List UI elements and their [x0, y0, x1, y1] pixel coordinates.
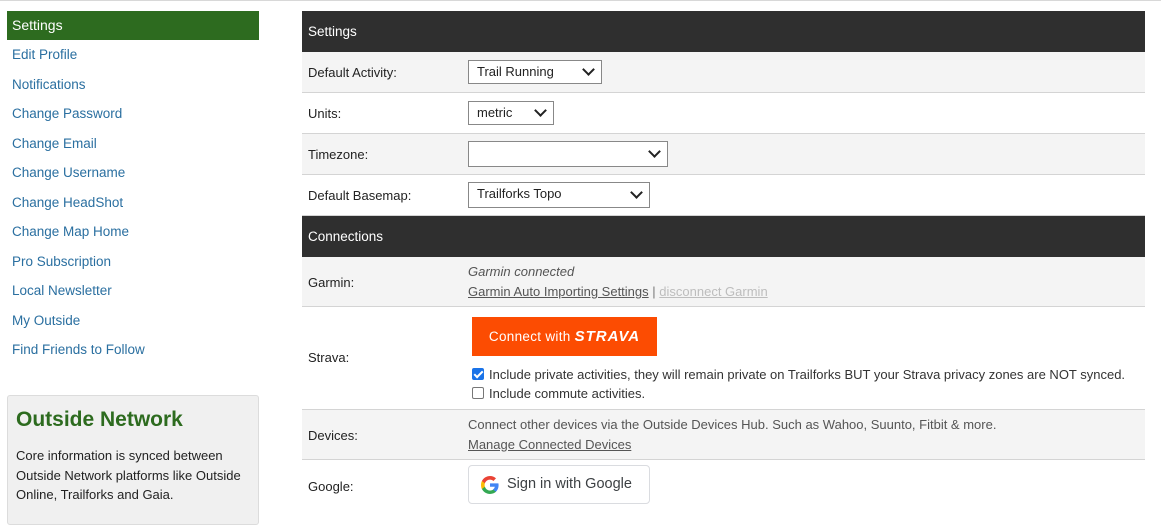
connect-strava-button[interactable]: Connect with STRAVA: [472, 317, 657, 356]
chevron-down-icon: [630, 186, 643, 199]
units-label: Units:: [308, 106, 342, 121]
google-row: Google: Sign in with Google: [302, 460, 1145, 512]
private-activities-label: Include private activities, they will re…: [489, 367, 1126, 382]
chevron-down-icon: [582, 63, 595, 76]
sidebar-item-local-newsletter[interactable]: Local Newsletter: [12, 283, 112, 298]
settings-table: Settings Default Activity: Trail Running…: [302, 11, 1145, 512]
sidebar-item-change-headshot[interactable]: Change HeadShot: [12, 195, 123, 210]
connections-header: Connections: [302, 216, 1145, 257]
chevron-down-icon: [534, 104, 547, 117]
garmin-row: Garmin: Garmin connected Garmin Auto Imp…: [302, 257, 1145, 307]
basemap-value: Trailforks Topo: [477, 186, 562, 201]
basemap-label: Default Basemap:: [308, 188, 412, 203]
garmin-label: Garmin:: [308, 275, 355, 290]
timezone-select[interactable]: [468, 141, 668, 167]
units-value: metric: [477, 105, 513, 120]
default-activity-label: Default Activity:: [308, 65, 397, 80]
outside-network-text: Core information is synced between Outsi…: [16, 448, 241, 502]
sidebar-item-change-map-home[interactable]: Change Map Home: [12, 224, 129, 239]
default-activity-row: Default Activity: Trail Running: [302, 52, 1145, 93]
chevron-down-icon: [648, 145, 661, 158]
devices-row: Devices: Connect other devices via the O…: [302, 410, 1145, 460]
timezone-label: Timezone:: [308, 147, 369, 162]
sidebar-item-notifications[interactable]: Notifications: [12, 77, 86, 92]
commute-activities-checkbox[interactable]: [472, 387, 484, 399]
private-activities-checkbox[interactable]: [472, 368, 484, 380]
top-divider: [0, 0, 1161, 1]
sidebar-item-my-outside[interactable]: My Outside: [12, 313, 80, 328]
devices-label: Devices:: [308, 428, 358, 443]
settings-header: Settings: [302, 11, 1145, 52]
disconnect-garmin-link[interactable]: disconnect Garmin: [659, 284, 767, 299]
outside-network-panel: Outside Network Core information is sync…: [7, 395, 259, 525]
google-label: Google:: [308, 479, 354, 494]
link-separator: |: [652, 284, 656, 299]
timezone-row: Timezone:: [302, 134, 1145, 175]
strava-logo: STRAVA: [574, 328, 641, 345]
garmin-status: Garmin connected: [468, 264, 575, 279]
sidebar-item-change-username[interactable]: Change Username: [12, 165, 125, 180]
strava-button-prefix: Connect with: [488, 329, 571, 344]
strava-label: Strava:: [308, 350, 350, 365]
units-row: Units: metric: [302, 93, 1145, 134]
sidebar-item-settings[interactable]: Settings: [7, 11, 259, 40]
default-activity-select[interactable]: Trail Running: [468, 60, 602, 84]
google-signin-button[interactable]: Sign in with Google: [468, 465, 650, 504]
sidebar-item-find-friends[interactable]: Find Friends to Follow: [12, 342, 145, 357]
basemap-row: Default Basemap: Trailforks Topo: [302, 175, 1145, 216]
basemap-select[interactable]: Trailforks Topo: [468, 182, 650, 208]
default-activity-value: Trail Running: [477, 64, 554, 79]
sidebar-item-edit-profile[interactable]: Edit Profile: [12, 47, 77, 62]
manage-devices-link[interactable]: Manage Connected Devices: [468, 437, 631, 452]
sidebar-item-pro-subscription[interactable]: Pro Subscription: [12, 254, 111, 269]
sidebar-item-change-password[interactable]: Change Password: [12, 106, 122, 121]
devices-text: Connect other devices via the Outside De…: [468, 417, 997, 432]
commute-activities-label: Include commute activities.: [489, 386, 646, 401]
outside-network-title: Outside Network: [16, 408, 183, 431]
garmin-settings-link[interactable]: Garmin Auto Importing Settings: [468, 284, 649, 299]
units-select[interactable]: metric: [468, 101, 554, 125]
sidebar-item-change-email[interactable]: Change Email: [12, 136, 97, 151]
google-signin-label: Sign in with Google: [507, 476, 632, 492]
google-g-icon: [481, 476, 499, 494]
sidebar-menu: Edit Profile Notifications Change Passwo…: [12, 40, 145, 365]
strava-row: Strava: Connect with STRAVA Include priv…: [302, 307, 1145, 410]
